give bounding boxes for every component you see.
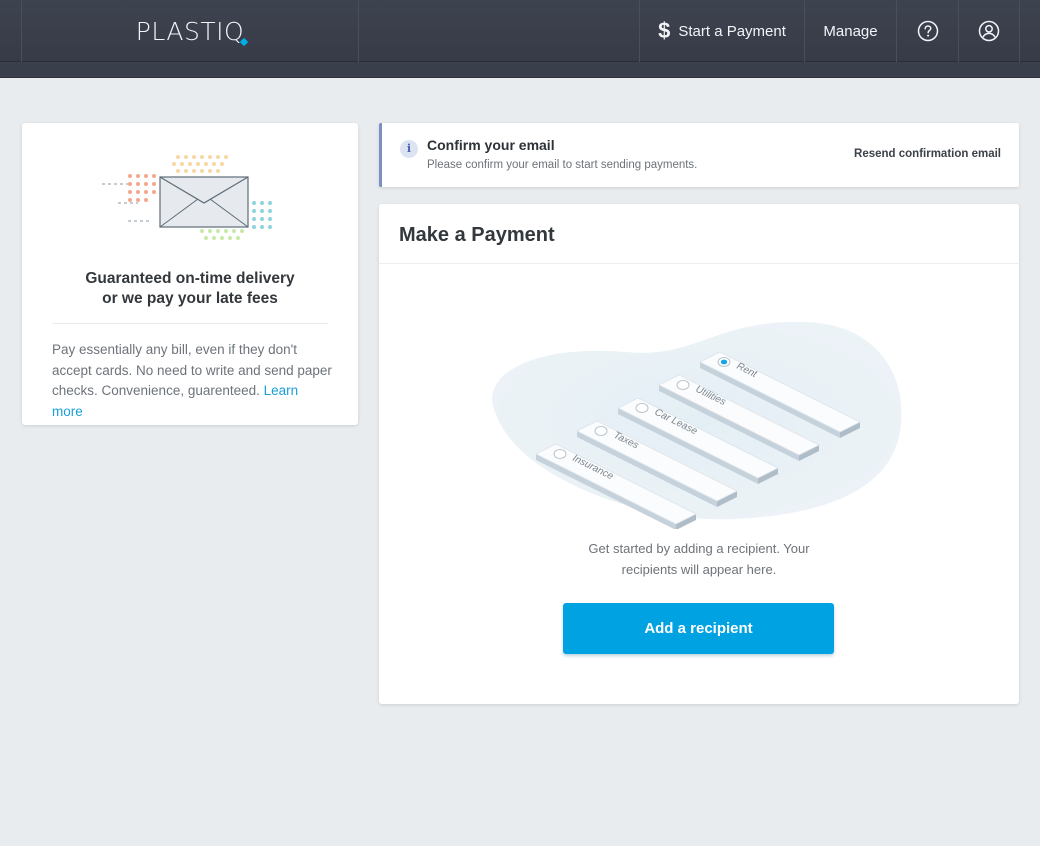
top-navigation: PLASTI Q $ Start a Payment Manage [0,0,1040,78]
envelope-icon [102,155,272,240]
info-icon: i [400,140,418,158]
account-button[interactable] [958,0,1020,62]
guarantee-card: Guaranteed on-time delivery or we pay yo… [22,123,358,425]
recipients-illustration: RentUtilitiesCar LeaseTaxesInsurance [492,321,902,529]
alert-title: Confirm your email [427,137,555,153]
radio-icon [676,380,690,390]
help-button[interactable] [896,0,958,62]
page-title: Make a Payment [399,224,555,246]
promo-body: Pay essentially any bill, even if they d… [52,340,332,422]
radio-icon [635,403,649,413]
start-payment-label: Start a Payment [678,22,786,40]
make-payment-card: Make a Payment Rent Utilities Car Lease Tax… [379,204,1019,704]
manage-nav[interactable]: Manage [804,0,896,62]
manage-label: Manage [823,22,878,40]
user-circle-icon [978,20,1000,42]
alert-subtitle: Please confirm your email to start sendi… [427,159,698,171]
add-recipient-button[interactable]: Add a recipient [563,603,834,654]
radio-icon [553,449,567,459]
logo-container[interactable]: PLASTI Q [21,0,359,62]
resend-confirmation-link[interactable]: Resend confirmation email [854,148,1001,160]
dollar-icon: $ [658,18,671,43]
help-circle-icon [917,20,938,42]
nav-bar: PLASTI Q $ Start a Payment Manage [0,0,1040,62]
payment-header: Make a Payment [379,204,1019,264]
promo-title: Guaranteed on-time delivery or we pay yo… [85,270,295,307]
start-payment-nav[interactable]: $ Start a Payment [639,0,804,62]
radio-icon [594,426,608,436]
logo-q: Q [224,17,249,46]
logo-text: PLASTI [135,16,224,46]
confirm-email-alert: i Confirm your email Please confirm your… [379,123,1019,187]
divider [52,323,328,324]
empty-state-text: Get started by adding a recipient. Your … [588,541,810,577]
radio-selected-icon [720,359,728,365]
plastiq-logo[interactable]: PLASTI Q [135,16,249,46]
